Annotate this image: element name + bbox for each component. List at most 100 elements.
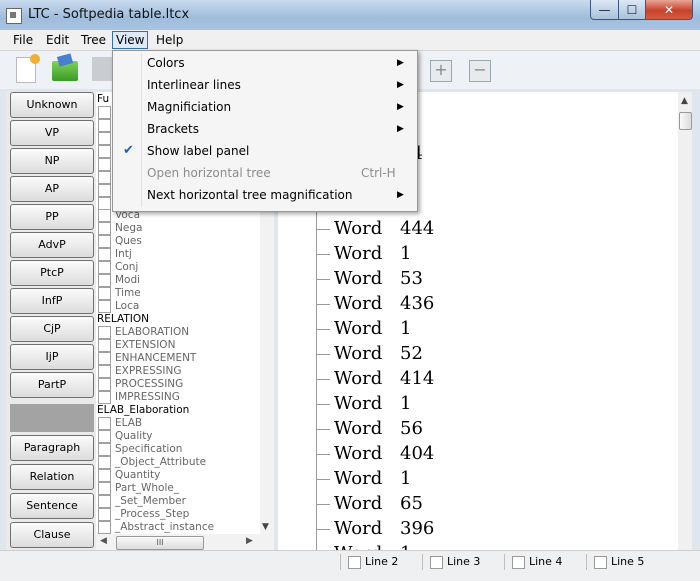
tree-row[interactable]: Time (98, 287, 141, 300)
checkbox[interactable] (98, 378, 111, 391)
tree-word[interactable]: Word (334, 393, 382, 414)
status-line-3[interactable]: Line 3 (430, 555, 480, 569)
zoom-out-button[interactable]: − (469, 60, 491, 82)
menu-view[interactable]: View (112, 31, 149, 49)
tree-word-row[interactable]: Word 444 (316, 216, 434, 241)
minimize-button[interactable]: — (590, 0, 619, 20)
tree-row[interactable]: IMPRESSING (98, 391, 180, 404)
label-button-vp[interactable]: VP (10, 120, 94, 146)
new-document-icon[interactable] (16, 54, 40, 83)
tree-row[interactable]: Ques (98, 235, 142, 248)
label-button-advp[interactable]: AdvP (10, 232, 94, 258)
tree-row[interactable]: Quality (98, 430, 153, 443)
tree-row[interactable]: EXTENSION (98, 339, 175, 352)
checkbox[interactable] (98, 456, 111, 469)
menu-item-next-horizontal-tree-magnification[interactable]: Next horizontal tree magnification ▶ (115, 184, 413, 206)
checkbox[interactable] (98, 339, 111, 352)
tree-row[interactable]: Quantity (98, 469, 160, 482)
checkbox[interactable] (98, 106, 111, 119)
tree-word-row[interactable]: Word 65 (316, 491, 423, 516)
hscroll-thumb[interactable]: III (116, 536, 204, 550)
unit-button-paragraph[interactable]: Paragraph (10, 435, 94, 461)
label-button-ap[interactable]: AP (10, 176, 94, 202)
tree-row[interactable]: EXPRESSING (98, 365, 182, 378)
unit-button-relation[interactable]: Relation (10, 464, 94, 490)
checkbox[interactable] (98, 132, 111, 145)
checkbox[interactable] (98, 417, 111, 430)
label-button-infp[interactable]: InfP (10, 288, 94, 314)
tree-word[interactable]: Word (334, 493, 382, 514)
tree-word[interactable]: Word (334, 543, 382, 550)
tree-row[interactable]: ELAB (98, 417, 142, 430)
tree-row[interactable]: ELABORATION (98, 326, 189, 339)
checkbox[interactable] (98, 469, 111, 482)
menu-item-colors[interactable]: Colors ▶ (115, 52, 413, 74)
checkbox[interactable] (98, 235, 111, 248)
checkbox[interactable] (98, 145, 111, 158)
label-button-cjp[interactable]: CjP (10, 316, 94, 342)
tree-row[interactable]: Modi (98, 274, 140, 287)
unit-button-clause[interactable]: Clause (10, 522, 94, 548)
checkbox[interactable] (430, 555, 443, 569)
tree-word-row[interactable]: Word 404 (316, 441, 434, 466)
maximize-button[interactable]: ☐ (618, 0, 646, 20)
tree-word[interactable]: Word (334, 443, 382, 464)
menu-item-brackets[interactable]: Brackets ▶ (115, 118, 413, 140)
tree-word[interactable]: Word (334, 293, 382, 314)
tree-row[interactable]: _Set_Member (98, 495, 186, 508)
checkbox[interactable] (512, 555, 525, 569)
tree-row[interactable]: _Object_Attribute (98, 456, 206, 469)
checkbox[interactable] (98, 158, 111, 171)
tree-row[interactable]: _Abstract_instance (98, 521, 214, 534)
tree-word-row[interactable]: Word 53 (316, 266, 423, 291)
tree-row[interactable]: _Process_Step (98, 508, 189, 521)
tree-row[interactable]: Loca (98, 300, 139, 313)
tree-word[interactable]: Word (334, 218, 382, 239)
checkbox[interactable] (98, 365, 111, 378)
checkbox[interactable] (98, 326, 111, 339)
scroll-up-icon[interactable]: ▲ (681, 96, 688, 106)
tree-word[interactable]: Word (334, 243, 382, 264)
checkbox[interactable] (98, 508, 111, 521)
tree-word-row[interactable]: Word 414 (316, 366, 434, 391)
tree-word-row[interactable]: Word 1 (316, 391, 411, 416)
menu-help[interactable]: Help (153, 32, 186, 48)
label-button-unknown[interactable]: Unknown (10, 92, 94, 118)
tree-row[interactable]: ENHANCEMENT (98, 352, 196, 365)
label-button-partp[interactable]: PartP (10, 372, 94, 398)
menu-item-magnification[interactable]: Magnificiation ▶ (115, 96, 413, 118)
tree-word[interactable]: Word (334, 368, 382, 389)
tree-word[interactable]: Word (334, 318, 382, 339)
tree-word-row[interactable]: Word 52 (316, 341, 423, 366)
checkbox[interactable] (98, 495, 111, 508)
checkbox[interactable] (98, 443, 111, 456)
checkbox[interactable] (98, 171, 111, 184)
tree-word-row[interactable]: Word 1 (316, 316, 411, 341)
zoom-in-button[interactable]: + (430, 60, 452, 82)
checkbox[interactable] (98, 300, 111, 313)
tree-row[interactable]: Specification (98, 443, 182, 456)
checkbox[interactable] (594, 555, 607, 569)
checkbox[interactable] (98, 352, 111, 365)
status-line-4[interactable]: Line 4 (512, 555, 562, 569)
checkbox[interactable] (98, 274, 111, 287)
checkbox[interactable] (98, 482, 111, 495)
label-button-pp[interactable]: PP (10, 204, 94, 230)
tree-row[interactable]: PROCESSING (98, 378, 183, 391)
vscroll-thumb[interactable] (679, 112, 692, 130)
menu-item-interlinear-lines[interactable]: Interlinear lines ▶ (115, 74, 413, 96)
close-button[interactable]: ✕ (645, 0, 693, 20)
menu-edit[interactable]: Edit (43, 32, 72, 48)
tree-word[interactable]: Word (334, 418, 382, 439)
checkbox[interactable] (98, 222, 111, 235)
tree-word[interactable]: Word (334, 518, 382, 539)
checkbox[interactable] (98, 184, 111, 197)
checkbox[interactable] (348, 555, 361, 569)
checkbox[interactable] (98, 391, 111, 404)
tree-word[interactable]: Word (334, 343, 382, 364)
tree-row[interactable]: Nega (98, 222, 142, 235)
function-panel-hscrollbar[interactable]: ◀ III ▶ (96, 534, 274, 550)
scroll-down-icon[interactable]: ▼ (262, 522, 269, 532)
tree-word[interactable]: Word (334, 468, 382, 489)
label-button-ijp[interactable]: IjP (10, 344, 94, 370)
